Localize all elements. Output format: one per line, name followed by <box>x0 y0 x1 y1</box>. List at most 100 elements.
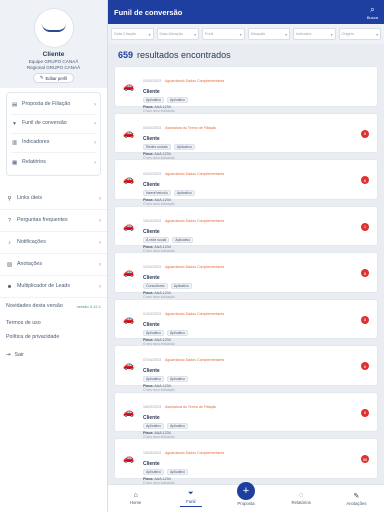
lead-tag: À rede social <box>143 236 170 243</box>
notification-badge: 8 <box>361 129 369 138</box>
filter-funil[interactable]: Funil ▾ <box>202 28 245 40</box>
sidebar-item-faq[interactable]: ? Perguntas frequentes › <box>0 210 107 232</box>
sidebar-item-label: Indicadores <box>22 139 50 146</box>
sidebar-item-notificacoes[interactable]: ♪ Notificações › <box>0 232 107 254</box>
profile-team: Equipe GRUPO CANAÃ <box>28 59 79 64</box>
lead-card[interactable]: 07/04/2023 Aguardando Dados Complementare… <box>114 345 378 392</box>
lead-card[interactable]: 01/04/2023 Aguardando Dados Complementare… <box>114 298 378 346</box>
bell-icon: ♪ <box>8 239 11 246</box>
filter-origem[interactable]: Origem ▾ <box>338 28 381 40</box>
filter-label: Funil <box>205 32 214 36</box>
sidebar-item-anotacoes[interactable]: ▨ Anotações › <box>0 254 107 276</box>
document-icon: ▤ <box>11 102 17 108</box>
sidebar-item-links[interactable]: ⚲ Links úteis › <box>0 188 107 210</box>
sidebar-item-indicadores[interactable]: ▥ Indicadores › <box>11 134 96 153</box>
car-icon: 🚗 <box>123 406 135 417</box>
lead-date: 12/04/2023 <box>143 265 161 269</box>
main-panel: Funil de conversão ⌕ Busca Data Criação ▾… <box>108 0 384 512</box>
lead-card[interactable]: 02/04/2023 Aguardando Dados Complementare… <box>114 159 378 206</box>
sidebar-item-label: Notificações <box>17 238 46 245</box>
lead-plate-value: AAA-1234 <box>154 337 171 342</box>
sidebar-item-multiplicador[interactable]: ☻ Multiplicador de Leads › <box>0 276 107 298</box>
profile-panel: Cliente Equipe GRUPO CANAÃ Regional GRUP… <box>0 0 107 88</box>
filter-label: Indicador <box>296 32 312 36</box>
lead-plate-value: AAA-1234 <box>154 151 171 156</box>
lead-plate-value: AAA-1234 <box>154 244 171 249</box>
results-number: 659 <box>118 50 134 60</box>
pencil-icon: ✎ <box>39 75 44 80</box>
sidebar-item-proposta[interactable]: ▤ Proposta de Filiação › <box>11 96 96 115</box>
filter-indicador[interactable]: Indicador ▾ <box>293 28 336 40</box>
report-icon: ▦ <box>11 159 17 166</box>
version-row[interactable]: Novidades desta versão versão 3.12.1 <box>0 298 107 316</box>
filter-situacao[interactable]: Situação ▾ <box>247 28 290 40</box>
lead-card[interactable]: 12/04/2023 Aguardando Dados Complementare… <box>114 252 378 299</box>
chevron-down-icon: ▾ <box>285 32 287 37</box>
sidebar-item-label: Perguntas frequentes <box>17 216 68 223</box>
top-bar: Funil de conversão ⌕ Busca <box>108 0 384 24</box>
car-icon: 🚗 <box>123 127 135 138</box>
bottom-nav: ⌂ Home ⏷ Funil + Proposta ◌ Relatórios ✎… <box>108 481 384 512</box>
chevron-down-icon: ▾ <box>239 32 242 37</box>
lead-list: 03/04/2023 Aguardando Dados Complementare… <box>108 66 384 484</box>
lead-date: 01/04/2023 <box>143 311 161 316</box>
filter-data-criacao[interactable]: Data Criação ▾ <box>111 28 154 40</box>
lead-status: Aguardando Dados Complementares <box>165 358 225 362</box>
home-icon: ⌂ <box>133 492 138 499</box>
lead-tag: Aplicativo <box>166 376 188 382</box>
nav-relatorios[interactable]: ◌ Relatórios <box>274 485 329 512</box>
lead-status: Aguardando Dados Complementares <box>165 79 225 83</box>
primary-menu: ▤ Proposta de Filiação › ▾ Funil de conv… <box>6 92 101 176</box>
chevron-down-icon: ▾ <box>148 32 151 37</box>
sidebar-item-funil[interactable]: ▾ Funil de conversão › <box>11 115 96 134</box>
car-icon: 🚗 <box>123 174 135 184</box>
chevron-down-icon: ▾ <box>376 32 378 37</box>
lead-status: Aguardando Dados Complementares <box>165 451 225 455</box>
results-count: 659 resultados encontrados <box>108 44 384 66</box>
privacy-link[interactable]: Política de privacidade <box>0 330 107 344</box>
company-logo <box>33 8 74 48</box>
version-label: Novidades desta versão <box>6 303 63 310</box>
search-button[interactable]: ⌕ Busca <box>367 5 378 20</box>
lead-tag: Aplicativo <box>143 469 164 475</box>
lead-tag: Aplicativo <box>173 190 195 196</box>
filter-data-ativacao[interactable]: Data Ativação ▾ <box>156 28 199 40</box>
lead-card[interactable]: 13/04/2023 Aguardando Dados Complementare… <box>114 205 378 253</box>
lead-client: Cliente <box>143 89 160 95</box>
lead-client: Cliente <box>143 228 160 235</box>
nav-proposta[interactable]: + Proposta <box>218 481 273 512</box>
sidebar-item-label: Multiplicador de Leads <box>17 282 70 289</box>
car-icon: 🚗 <box>123 453 135 463</box>
chevron-right-icon: › <box>94 121 96 127</box>
nav-label: Anotações <box>346 500 367 506</box>
nav-funil[interactable]: ⏷ Funil <box>163 485 218 512</box>
lead-card[interactable]: 16/03/2023 Assinatura do Termo de Filiaçã… <box>114 391 378 439</box>
nav-home[interactable]: ⌂ Home <box>108 485 163 512</box>
car-icon: 🚗 <box>123 81 135 91</box>
sidebar-item-label: Links úteis <box>17 194 43 201</box>
car-icon: 🚗 <box>123 220 135 231</box>
edit-profile-label: Editar perfil <box>45 75 68 81</box>
funnel-icon: ⏷ <box>188 489 194 497</box>
lead-card[interactable]: 03/04/2023 Assinatura do Termo de Filiaçã… <box>114 112 378 160</box>
logout-label: Sair <box>14 352 24 358</box>
funnel-icon: ▾ <box>13 121 16 127</box>
search-label: Busca <box>366 14 378 20</box>
lead-date: 13/03/2023 <box>143 451 161 455</box>
chevron-down-icon: ▾ <box>330 32 333 37</box>
sidebar-item-label: Anotações <box>17 260 43 267</box>
sidebar-item-relatorios[interactable]: ▦ Relatórios › <box>11 153 96 172</box>
chevron-right-icon: › <box>94 140 96 146</box>
logout-button[interactable]: ⇥ Sair <box>0 348 107 362</box>
notification-badge: 6 <box>361 176 369 184</box>
edit-profile-button[interactable]: ✎ Editar perfil <box>32 73 75 83</box>
lead-card[interactable]: 13/03/2023 Aguardando Dados Complementare… <box>114 438 378 484</box>
car-icon: 🚗 <box>123 360 135 370</box>
sidebar-item-label: Proposta de Filiação <box>22 101 71 108</box>
people-icon: ☻ <box>6 283 13 290</box>
nav-anotacoes[interactable]: ✎ Anotações <box>329 485 384 512</box>
results-label: resultados encontrados <box>137 50 231 60</box>
chevron-right-icon: › <box>99 261 101 268</box>
lead-card[interactable]: 03/04/2023 Aguardando Dados Complementare… <box>114 66 378 113</box>
terms-link[interactable]: Termos de uso <box>0 316 107 330</box>
